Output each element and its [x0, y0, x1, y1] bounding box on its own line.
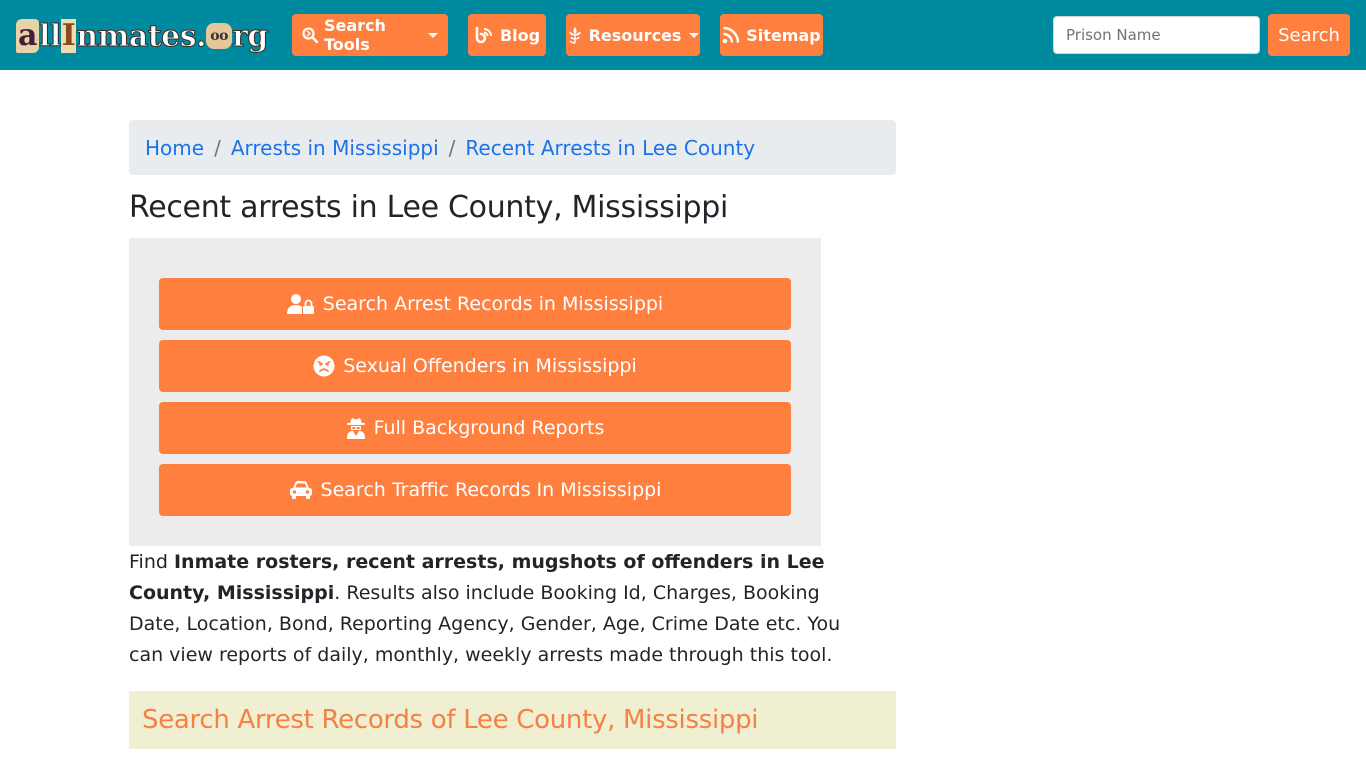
breadcrumb-separator: / [214, 135, 221, 160]
page-title: Recent arrests in Lee County, Mississipp… [129, 190, 729, 225]
site-logo[interactable]: a ll Inmates. oo rg [16, 17, 269, 55]
logo-part: ll [38, 18, 61, 54]
caret-down-icon [689, 32, 700, 38]
button-label: Full Background Reports [373, 417, 605, 439]
caret-down-icon [428, 32, 438, 38]
user-lock-icon [286, 293, 315, 315]
action-buttons-panel: Search Arrest Records in Mississippi Sex… [129, 238, 821, 546]
nav-search-tools-dropdown[interactable]: Search Tools [292, 14, 448, 56]
intro-paragraph: Find Inmate rosters, recent arrests, mug… [129, 547, 859, 671]
nav-resources-dropdown[interactable]: Resources [566, 14, 700, 56]
breadcrumb-arrests-in-mississippi[interactable]: Arrests in Mississippi [231, 136, 439, 160]
search-traffic-records-button[interactable]: Search Traffic Records In Mississippi [159, 464, 791, 516]
nav-blog-link[interactable]: Blog [468, 14, 546, 56]
user-secret-icon [346, 417, 366, 439]
logo-part: I [60, 18, 77, 53]
rss-icon [722, 26, 740, 44]
nav-label: Search Tools [324, 16, 386, 54]
logo-handcuffs-icon: oo [206, 23, 233, 49]
logo-part: nmates. [76, 18, 207, 54]
button-label: Search Traffic Records In Mississippi [320, 479, 662, 501]
button-label: Sexual Offenders in Mississippi [343, 355, 637, 377]
search-arrest-records-section-header: Search Arrest Records of Lee County, Mis… [129, 691, 896, 749]
intro-prefix: Find [129, 551, 174, 573]
button-label: Search Arrest Records in Mississippi [322, 293, 664, 315]
breadcrumb-separator: / [448, 135, 456, 160]
nav-label: Blog [499, 25, 541, 45]
breadcrumb-recent-arrests-lee-county[interactable]: Recent Arrests in Lee County [465, 136, 755, 160]
leaf-icon [567, 26, 583, 44]
sexual-offenders-button[interactable]: Sexual Offenders in Mississippi [159, 340, 791, 392]
search-button[interactable]: Search [1268, 14, 1350, 56]
angry-face-icon [313, 355, 335, 377]
breadcrumb: Home / Arrests in Mississippi / Recent A… [129, 120, 896, 175]
full-background-reports-button[interactable]: Full Background Reports [159, 402, 791, 454]
car-icon [289, 480, 313, 500]
nav-sitemap-link[interactable]: Sitemap [720, 14, 823, 56]
blog-icon [474, 26, 494, 44]
search-arrest-records-button[interactable]: Search Arrest Records in Mississippi [159, 278, 791, 330]
section-title: Search Arrest Records of Lee County, Mis… [142, 705, 759, 735]
search-icon [302, 27, 318, 43]
nav-label: Sitemap [746, 25, 821, 45]
breadcrumb-home[interactable]: Home [145, 136, 204, 160]
logo-part: a [16, 18, 39, 53]
navbar: a ll Inmates. oo rg Search Tools Blog Resour… [0, 0, 1366, 70]
prison-name-search-input[interactable] [1053, 16, 1260, 54]
logo-part: rg [232, 18, 269, 54]
nav-label: Resources [588, 25, 682, 45]
